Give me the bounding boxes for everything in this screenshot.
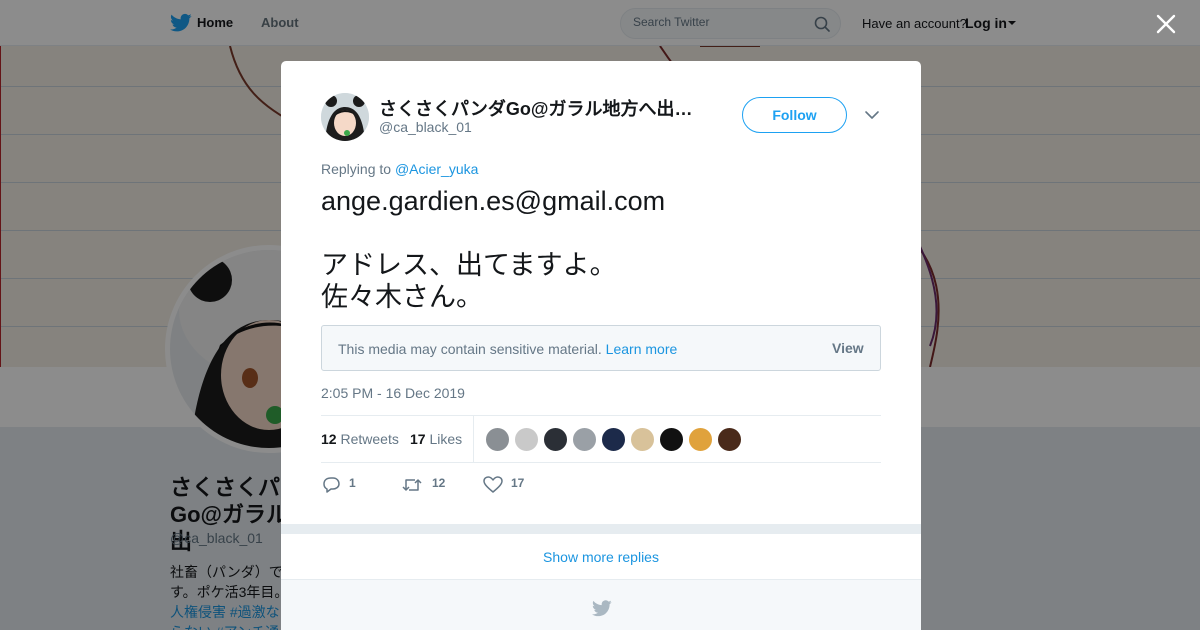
retweet-count: 12	[432, 476, 446, 490]
tweet-text: ange.gardien.es@gmail.com アドレス、出てますよ。 佐々…	[321, 185, 881, 313]
heart-icon	[483, 476, 503, 493]
tweet-text-line: 佐々木さん。	[321, 282, 483, 312]
learn-more-link[interactable]: Learn more	[606, 341, 678, 357]
retweet-icon	[402, 479, 422, 491]
retweets-stat[interactable]: 12 Retweets	[321, 431, 399, 447]
view-button[interactable]: View	[832, 340, 864, 356]
retweets-count: 12	[321, 431, 337, 447]
display-name[interactable]: さくさくパンダGo@ガラル地方へ出…	[379, 95, 692, 121]
reply-count: 1	[349, 476, 356, 490]
tweet-modal: さくさくパンダGo@ガラル地方へ出… @ca_black_01 Follow R…	[281, 61, 921, 630]
tweet-stats: 12 Retweets 17 Likes	[321, 416, 881, 462]
replying-to-link[interactable]: @Acier_yuka	[395, 161, 478, 177]
avatar[interactable]	[321, 93, 369, 141]
tweet-text-line: アドレス、出てますよ。	[321, 250, 617, 280]
screen-name[interactable]: @ca_black_01	[379, 119, 472, 135]
retweets-label: Retweets	[340, 431, 399, 447]
liker-avatar[interactable]	[572, 427, 597, 452]
chevron-down-icon[interactable]	[864, 109, 880, 121]
liker-avatar[interactable]	[688, 427, 713, 452]
follow-button[interactable]: Follow	[742, 97, 847, 133]
liker-avatar[interactable]	[630, 427, 655, 452]
show-more-replies-button[interactable]: Show more replies	[281, 534, 921, 580]
liker-avatar[interactable]	[485, 427, 510, 452]
tweet-text-line: ange.gardien.es@gmail.com	[321, 186, 666, 216]
tweet-text-gap	[321, 217, 881, 249]
close-icon[interactable]	[1152, 10, 1180, 38]
like-count: 17	[511, 476, 525, 490]
likes-count: 17	[410, 431, 426, 447]
liker-avatar[interactable]	[543, 427, 568, 452]
modal-footer	[281, 580, 921, 630]
liker-avatar[interactable]	[514, 427, 539, 452]
reply-icon	[323, 477, 340, 493]
sensitive-message-text: This media may contain sensitive materia…	[338, 341, 602, 357]
replying-to: Replying to @Acier_yuka	[321, 161, 478, 177]
divider	[321, 462, 881, 463]
liker-avatar[interactable]	[601, 427, 626, 452]
tweet-timestamp[interactable]: 2:05 PM - 16 Dec 2019	[321, 385, 465, 401]
replying-prefix: Replying to	[321, 161, 395, 177]
sensitive-message: This media may contain sensitive materia…	[338, 341, 677, 357]
divider	[473, 416, 474, 462]
section-separator	[281, 524, 921, 534]
twitter-bird-icon	[592, 600, 612, 617]
likes-stat[interactable]: 17 Likes	[410, 431, 462, 447]
likes-label: Likes	[429, 431, 463, 447]
liker-avatar[interactable]	[659, 427, 684, 452]
liker-avatar[interactable]	[717, 427, 742, 452]
sensitive-media-warning: This media may contain sensitive materia…	[321, 325, 881, 371]
